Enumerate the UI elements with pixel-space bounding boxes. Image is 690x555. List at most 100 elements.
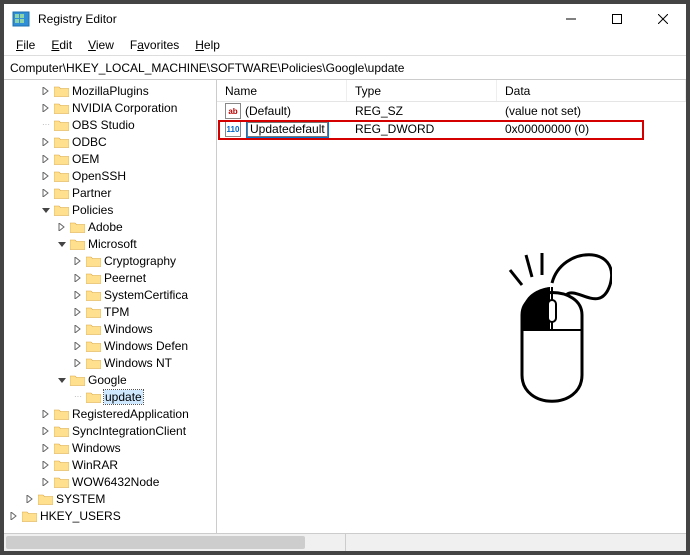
address-bar[interactable]: Computer\HKEY_LOCAL_MACHINE\SOFTWARE\Pol… <box>4 56 686 80</box>
value-type: REG_SZ <box>347 104 497 118</box>
tree-node[interactable]: OpenSSH <box>4 167 216 184</box>
menu-edit[interactable]: Edit <box>43 36 80 54</box>
main-content: MozillaPlugins NVIDIA Corporation···OBS S… <box>4 80 686 533</box>
mouse-illustration <box>492 245 612 428</box>
tree-node[interactable]: Partner <box>4 184 216 201</box>
menu-view[interactable]: View <box>80 36 122 54</box>
expand-icon[interactable] <box>40 478 52 486</box>
value-type: REG_DWORD <box>347 122 497 136</box>
tree-node[interactable]: TPM <box>4 303 216 320</box>
tree-node[interactable]: Windows <box>4 320 216 337</box>
close-button[interactable] <box>640 4 686 34</box>
expand-icon[interactable] <box>40 427 52 435</box>
values-pane[interactable]: Name Type Data ab(Default)REG_SZ(value n… <box>217 80 686 533</box>
tree-node-label: NVIDIA Corporation <box>72 101 177 115</box>
tree-hscroll[interactable] <box>4 534 346 551</box>
tree-node-label: Partner <box>72 186 111 200</box>
tree-node[interactable]: SystemCertifica <box>4 286 216 303</box>
folder-icon <box>22 510 37 522</box>
folder-icon <box>86 306 101 318</box>
expand-icon[interactable] <box>40 104 52 112</box>
tree-pane[interactable]: MozillaPlugins NVIDIA Corporation···OBS S… <box>4 80 217 533</box>
tree-node-label: Policies <box>72 203 113 217</box>
collapse-icon[interactable] <box>56 376 68 384</box>
tree-node[interactable]: Adobe <box>4 218 216 235</box>
tree-node-label: TPM <box>104 305 129 319</box>
tree-node[interactable]: WOW6432Node <box>4 473 216 490</box>
expand-icon[interactable] <box>72 325 84 333</box>
tree-node[interactable]: Windows <box>4 439 216 456</box>
folder-icon <box>54 85 69 97</box>
expand-icon[interactable] <box>72 257 84 265</box>
list-header: Name Type Data <box>217 80 686 102</box>
value-row[interactable]: ab(Default)REG_SZ(value not set) <box>217 102 686 120</box>
folder-icon <box>54 476 69 488</box>
tree-node[interactable]: MozillaPlugins <box>4 82 216 99</box>
collapse-icon[interactable] <box>40 206 52 214</box>
app-icon <box>12 10 30 28</box>
tree-node[interactable]: WinRAR <box>4 456 216 473</box>
tree-node-label: WOW6432Node <box>72 475 159 489</box>
expand-icon[interactable] <box>40 461 52 469</box>
expand-icon[interactable] <box>40 155 52 163</box>
tree-node-label: update <box>104 390 143 404</box>
folder-icon <box>70 221 85 233</box>
tree-node[interactable]: Cryptography <box>4 252 216 269</box>
folder-icon <box>54 459 69 471</box>
column-header-data[interactable]: Data <box>497 80 686 101</box>
folder-icon <box>54 204 69 216</box>
column-header-name[interactable]: Name <box>217 80 347 101</box>
expand-icon[interactable] <box>40 410 52 418</box>
window-titlebar: Registry Editor <box>4 4 686 34</box>
tree-leaf-indicator: ··· <box>72 392 84 401</box>
tree-node[interactable]: Google <box>4 371 216 388</box>
menu-help[interactable]: Help <box>187 36 228 54</box>
tree-node[interactable]: Peernet <box>4 269 216 286</box>
expand-icon[interactable] <box>72 274 84 282</box>
expand-icon[interactable] <box>40 189 52 197</box>
expand-icon[interactable] <box>40 172 52 180</box>
menu-file[interactable]: File <box>8 36 43 54</box>
tree-node[interactable]: Microsoft <box>4 235 216 252</box>
expand-icon[interactable] <box>72 342 84 350</box>
tree-node-label: Peernet <box>104 271 146 285</box>
tree-node[interactable]: Policies <box>4 201 216 218</box>
tree-node[interactable]: Windows NT <box>4 354 216 371</box>
expand-icon[interactable] <box>8 512 20 520</box>
tree-node[interactable]: SyncIntegrationClient <box>4 422 216 439</box>
tree-node-label: OEM <box>72 152 99 166</box>
value-row[interactable]: 110UpdatedefaultREG_DWORD0x00000000 (0) <box>217 120 686 138</box>
expand-icon[interactable] <box>40 138 52 146</box>
tree-node-label: Windows <box>104 322 153 336</box>
collapse-icon[interactable] <box>56 240 68 248</box>
tree-node-label: SyncIntegrationClient <box>72 424 186 438</box>
expand-icon[interactable] <box>40 87 52 95</box>
tree-node[interactable]: HKEY_USERS <box>4 507 216 524</box>
maximize-button[interactable] <box>594 4 640 34</box>
minimize-button[interactable] <box>548 4 594 34</box>
tree-node-label: OpenSSH <box>72 169 126 183</box>
expand-icon[interactable] <box>24 495 36 503</box>
value-name-edit[interactable]: Updatedefault <box>247 122 328 137</box>
menu-favorites[interactable]: Favorites <box>122 36 187 54</box>
expand-icon[interactable] <box>72 359 84 367</box>
tree-node-label: Windows NT <box>104 356 172 370</box>
window-controls <box>548 4 686 34</box>
expand-icon[interactable] <box>72 308 84 316</box>
tree-node[interactable]: SYSTEM <box>4 490 216 507</box>
column-header-type[interactable]: Type <box>347 80 497 101</box>
tree-node[interactable]: RegisteredApplication <box>4 405 216 422</box>
expand-icon[interactable] <box>72 291 84 299</box>
tree-node[interactable]: NVIDIA Corporation <box>4 99 216 116</box>
tree-node[interactable]: OEM <box>4 150 216 167</box>
list-hscroll[interactable] <box>346 534 687 551</box>
folder-icon <box>86 391 101 403</box>
tree-node[interactable]: ODBC <box>4 133 216 150</box>
tree-node[interactable]: Windows Defen <box>4 337 216 354</box>
tree-node[interactable]: ···OBS Studio <box>4 116 216 133</box>
tree-node-label: Microsoft <box>88 237 137 251</box>
expand-icon[interactable] <box>40 444 52 452</box>
expand-icon[interactable] <box>56 223 68 231</box>
menubar: File Edit View Favorites Help <box>4 34 686 56</box>
tree-node[interactable]: ··· update <box>4 388 216 405</box>
